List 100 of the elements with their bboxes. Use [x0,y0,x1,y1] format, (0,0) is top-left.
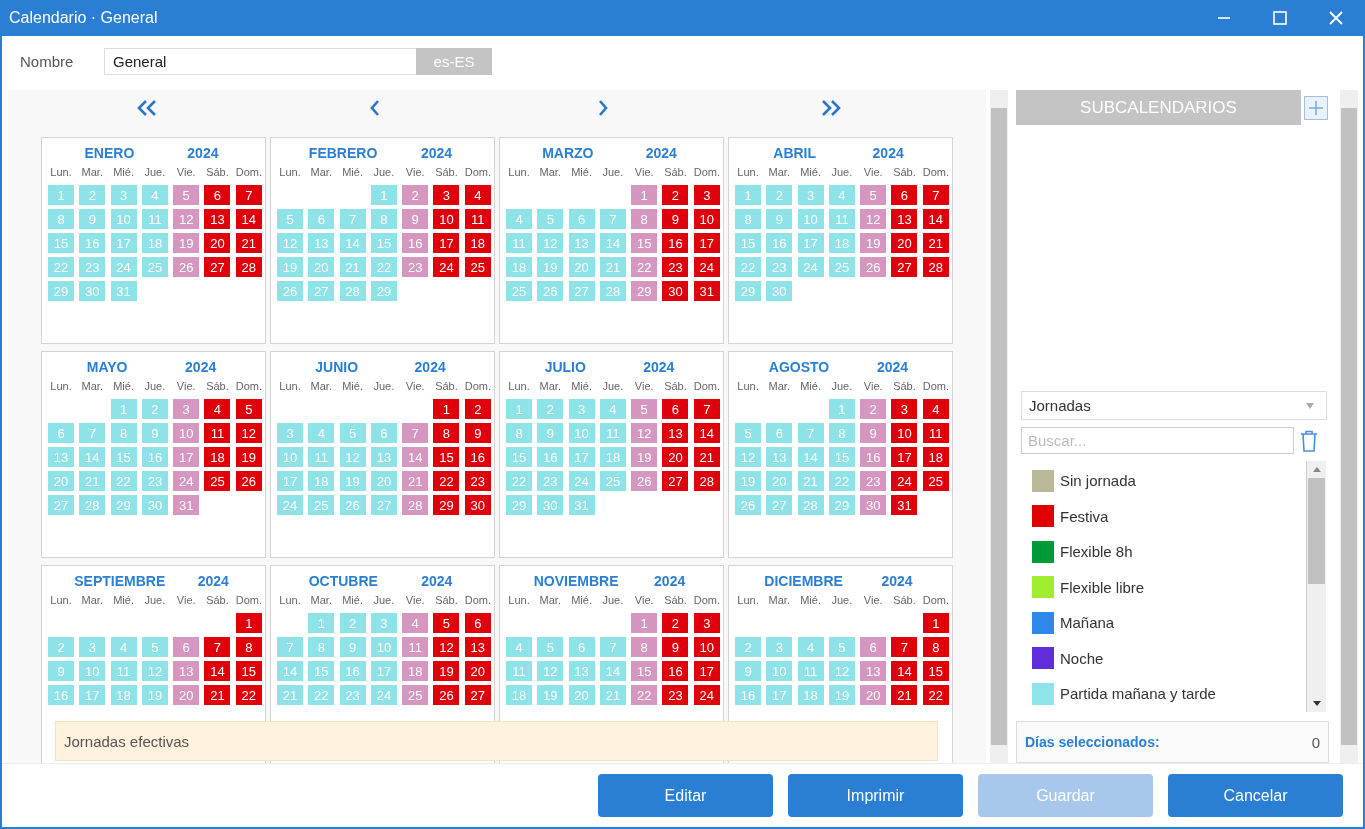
calendar-day[interactable]: 2 [79,185,106,205]
calendar-day[interactable]: 8 [828,423,855,443]
calendar-day[interactable]: 10 [693,209,720,229]
calendar-day[interactable]: 13 [48,447,74,467]
calendar-day[interactable]: 6 [568,637,595,657]
action-button[interactable]: Cancelar [1168,774,1343,817]
calendar-day[interactable]: 19 [735,471,761,491]
action-button[interactable]: Editar [598,774,773,817]
calendar-day[interactable]: 11 [204,423,231,443]
calendar-day[interactable]: 14 [339,233,366,253]
calendar-day[interactable]: 11 [599,423,626,443]
calendar-day[interactable]: 23 [662,685,689,705]
calendar-day[interactable]: 10 [433,209,460,229]
calendar-day[interactable]: 9 [766,209,793,229]
calendar-day[interactable]: 29 [828,495,855,515]
calendar-day[interactable]: 1 [828,399,855,419]
calendar-day[interactable]: 1 [110,399,137,419]
calendar-day[interactable]: 6 [662,399,689,419]
scroll-down-icon[interactable] [1312,701,1321,707]
calendar-day[interactable]: 15 [506,447,532,467]
calendar-day[interactable]: 22 [828,471,855,491]
calendar-day[interactable]: 19 [339,471,366,491]
calendar-day[interactable]: 15 [110,447,137,467]
calendar-day[interactable]: 1 [631,613,658,633]
calendar-day[interactable]: 26 [277,281,303,301]
legend-item[interactable]: Mañana [1032,605,1306,641]
calendar-day[interactable]: 15 [308,661,335,681]
calendar-day[interactable]: 17 [693,233,720,253]
calendar-day[interactable]: 8 [110,423,137,443]
calendar-day[interactable]: 15 [370,233,397,253]
calendar-day[interactable]: 1 [631,185,658,205]
calendar-day[interactable]: 11 [141,209,168,229]
calendar-day[interactable]: 25 [308,495,335,515]
calendar-day[interactable]: 18 [506,257,532,277]
calendar-day[interactable]: 26 [860,257,887,277]
calendar-day[interactable]: 19 [537,685,564,705]
calendar-day[interactable]: 13 [308,233,335,253]
calendar-day[interactable]: 22 [433,471,460,491]
calendar-day[interactable]: 1 [48,185,74,205]
jornadas-dropdown[interactable]: Jornadas [1021,391,1327,420]
calendar-day[interactable]: 14 [402,447,429,467]
calendar-day[interactable]: 29 [631,281,658,301]
calendar-day[interactable]: 19 [631,447,658,467]
calendar-day[interactable]: 19 [860,233,887,253]
calendar-day[interactable]: 9 [662,209,689,229]
calendar-day[interactable]: 22 [735,257,761,277]
calendar-day[interactable]: 21 [204,685,231,705]
calendar-day[interactable]: 19 [141,685,168,705]
legend-item[interactable]: Festiva [1032,498,1306,534]
calendar-day[interactable]: 28 [693,471,720,491]
calendar-day[interactable]: 23 [766,257,793,277]
calendar-day[interactable]: 12 [537,661,564,681]
calendar-day[interactable]: 3 [568,399,595,419]
calendar-day[interactable]: 11 [110,661,137,681]
calendar-day[interactable]: 17 [277,471,303,491]
calendar-day[interactable]: 30 [141,495,168,515]
calendar-day[interactable]: 12 [339,447,366,467]
calendar-day[interactable]: 20 [662,447,689,467]
calendar-day[interactable]: 4 [141,185,168,205]
calendar-day[interactable]: 18 [922,447,949,467]
double-left-chevron-icon[interactable] [136,99,158,117]
calendar-day[interactable]: 10 [693,637,720,657]
calendar-day[interactable]: 16 [860,447,887,467]
calendar-day[interactable]: 5 [277,209,303,229]
calendar-day[interactable]: 7 [797,423,824,443]
calendar-day[interactable]: 26 [235,471,262,491]
close-icon[interactable] [1328,10,1344,26]
calendar-day[interactable]: 18 [464,233,491,253]
calendar-day[interactable]: 20 [568,257,595,277]
calendar-day[interactable]: 26 [339,495,366,515]
legend-item[interactable]: Flexible libre [1032,569,1306,605]
calendar-day[interactable]: 27 [48,495,74,515]
calendar-day[interactable]: 21 [599,257,626,277]
calendar-day[interactable]: 25 [828,257,855,277]
calendar-day[interactable]: 15 [631,661,658,681]
calendar-day[interactable]: 10 [173,423,200,443]
left-chevron-icon[interactable] [369,99,381,117]
calendar-day[interactable]: 23 [537,471,564,491]
calendar-day[interactable]: 13 [568,233,595,253]
calendar-day[interactable]: 8 [735,209,761,229]
calendar-day[interactable]: 5 [433,613,460,633]
calendar-day[interactable]: 25 [141,257,168,277]
calendar-day[interactable]: 15 [828,447,855,467]
calendar-day[interactable]: 27 [204,257,231,277]
calendar-day[interactable]: 13 [662,423,689,443]
calendar-day[interactable]: 7 [599,637,626,657]
calendar-day[interactable]: 11 [506,233,532,253]
calendar-day[interactable]: 4 [797,637,824,657]
calendar-day[interactable]: 2 [402,185,429,205]
calendar-day[interactable]: 6 [464,613,491,633]
calendar-day[interactable]: 3 [693,185,720,205]
calendar-day[interactable]: 20 [370,471,397,491]
calendar-day[interactable]: 24 [693,257,720,277]
calendar-day[interactable]: 3 [370,613,397,633]
calendar-day[interactable]: 16 [339,661,366,681]
calendar-day[interactable]: 31 [110,281,137,301]
double-right-chevron-icon[interactable] [820,99,842,117]
calendar-day[interactable]: 28 [797,495,824,515]
calendar-day[interactable]: 22 [110,471,137,491]
calendar-day[interactable]: 3 [693,613,720,633]
